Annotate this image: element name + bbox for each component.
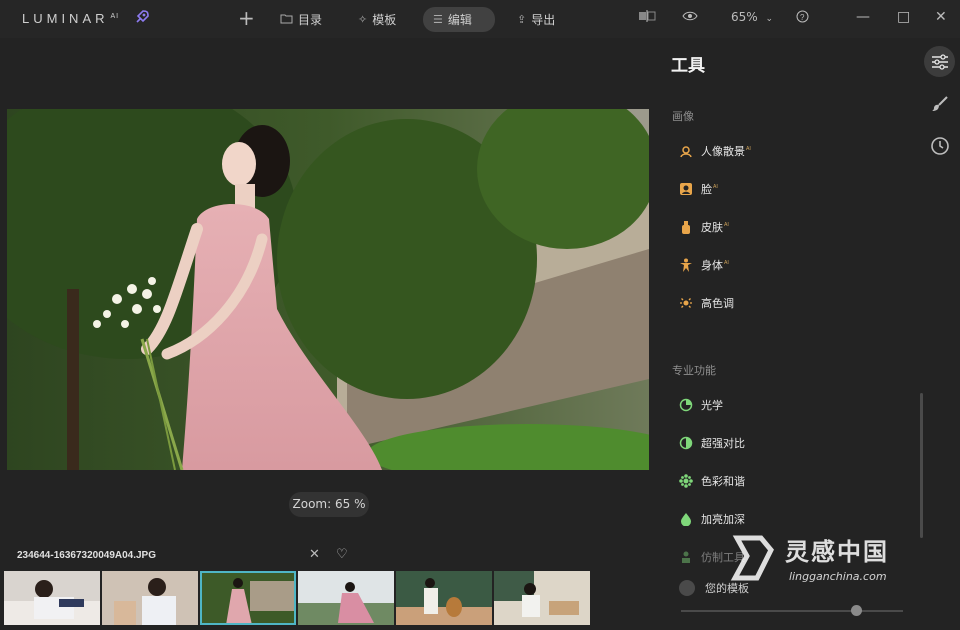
tool-label: 高色调 [701,297,734,310]
tool-face[interactable]: 脸AI [679,181,718,197]
watermark-cn: 灵感中国 [785,538,889,566]
tool-label: 脸 [701,183,712,196]
svg-text:?: ? [800,13,805,22]
tool-label: 人像散景 [701,145,745,158]
tool-optics[interactable]: 光学 [679,397,723,413]
tools-sliders-icon[interactable] [924,46,955,77]
filename-label: 234644-16367320049A04.JPG [17,550,157,561]
filmstrip-thumbnail-selected[interactable] [200,571,296,625]
export-tab[interactable]: ⇪ 导出 [507,7,565,32]
portrait-bokeh-icon [679,144,693,158]
catalog-tab[interactable]: 目录 [270,7,332,32]
optics-icon [679,398,693,412]
supercontrast-icon [679,436,693,450]
slider-thumb[interactable] [851,605,862,616]
tool-dodge-burn[interactable]: 加亮加深 [679,511,745,527]
filmstrip-thumbnail[interactable] [396,571,492,625]
top-bar: LUMINAR AI + 目录 ✧ 模板 ☰ 编辑 ⇪ 导出 65% ⌄ ? — … [0,0,960,38]
filmstrip-thumbnail[interactable] [298,571,394,625]
tool-label: 加亮加深 [701,513,745,526]
tool-high-key[interactable]: 高色调 [679,295,734,311]
folder-icon [280,13,293,27]
filmstrip-thumbnail[interactable] [4,571,100,625]
high-key-icon [679,296,693,310]
sliders-icon: ☰ [433,13,443,26]
app-logo: LUMINAR AI [22,11,120,26]
section-portrait: 画像 [672,110,694,123]
tool-body[interactable]: 身体AI [679,257,729,273]
zoom-dropdown[interactable]: 65% ⌄ [731,10,773,24]
watermark: 灵感中国 lingganchina.com [727,530,937,590]
reject-icon[interactable]: ✕ [309,547,320,562]
tool-supercontrast[interactable]: 超强对比 [679,435,745,451]
clone-icon [679,550,693,564]
add-photos-button[interactable]: + [238,6,255,30]
face-icon [679,182,693,196]
watermark-logo [730,535,774,581]
panel-title: 工具 [671,56,705,76]
edit-tab[interactable]: ☰ 编辑 [423,7,495,32]
zoom-value: 65% [731,10,758,24]
skin-icon [679,220,693,234]
brush-icon[interactable] [924,88,955,119]
photo-canvas[interactable] [7,109,649,470]
photo-image [7,109,649,470]
rocket-icon[interactable] [134,9,150,29]
eye-icon[interactable] [682,10,698,25]
filmstrip-thumbnail[interactable] [102,571,198,625]
color-harmony-icon [679,474,693,488]
close-button[interactable]: ✕ [935,9,947,25]
tool-label: 色彩和谐 [701,475,745,488]
panel-scrollbar[interactable] [920,393,923,538]
chevron-down-icon: ⌄ [765,14,774,24]
tool-label: 身体 [701,259,723,272]
tool-color-harmony[interactable]: 色彩和谐 [679,473,745,489]
ai-badge: AI [746,146,751,153]
maximize-button[interactable]: □ [897,9,910,25]
watermark-en: lingganchina.com [789,570,887,583]
minimize-button[interactable]: — [856,9,870,25]
section-professional: 专业功能 [672,364,716,377]
catalog-label: 目录 [298,13,323,27]
ai-badge: AI [724,222,729,229]
template-amount-slider[interactable] [681,610,903,612]
template-dot-icon [679,580,695,596]
export-label: 导出 [531,13,556,27]
tool-label: 皮肤 [701,221,723,234]
ai-badge: AI [713,184,718,191]
history-clock-icon[interactable] [924,130,955,161]
help-icon[interactable]: ? [796,10,809,26]
zoom-badge: Zoom: 65 % [289,492,369,517]
edit-label: 编辑 [447,13,472,27]
share-icon: ⇪ [517,13,527,26]
tool-portrait-bokeh[interactable]: 人像散景AI [679,143,751,159]
heart-icon[interactable]: ♡ [336,547,348,562]
filmstrip-thumbnail[interactable] [494,571,590,625]
dodge-burn-icon [679,512,693,527]
sparkle-icon: ✧ [358,13,368,26]
ai-badge: AI [724,260,729,267]
tool-skin[interactable]: 皮肤AI [679,219,729,235]
templates-tab[interactable]: ✧ 模板 [348,7,406,32]
tool-label: 超强对比 [701,437,745,450]
tool-label: 光学 [701,399,723,412]
filmstrip [4,571,590,625]
templates-label: 模板 [372,13,397,27]
compare-icon[interactable] [638,10,656,25]
body-icon [679,258,693,272]
